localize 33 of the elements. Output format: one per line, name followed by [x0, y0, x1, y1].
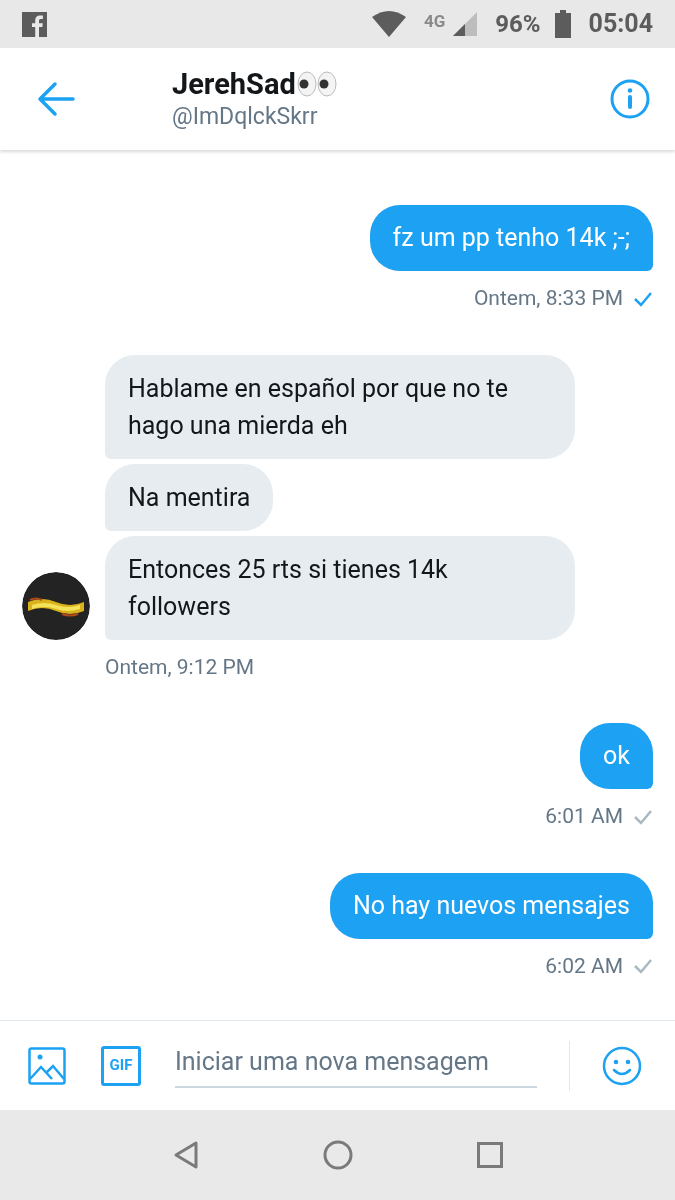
network-type: 4G: [423, 10, 446, 33]
contact-handle: @ImDqlckSkrr: [172, 102, 319, 132]
emoji-button[interactable]: [602, 1045, 642, 1086]
info-button[interactable]: [609, 78, 651, 120]
image-button[interactable]: [28, 1046, 66, 1085]
sent-message: No hay nuevos mensajes: [329, 872, 653, 939]
back-button[interactable]: [36, 79, 76, 119]
facebook-icon: [22, 11, 47, 37]
message-time: 6:02 AM: [545, 952, 623, 980]
sent-message: ok: [580, 723, 653, 789]
battery-icon: [554, 10, 571, 38]
message-field[interactable]: Iniciar uma nova mensagem: [175, 1042, 537, 1089]
nav-home-icon[interactable]: [322, 1140, 353, 1170]
back-arrow-icon: [37, 81, 75, 117]
wifi-icon: [371, 11, 406, 37]
message-time: Ontem, 8:33 PM: [473, 285, 623, 312]
eyes-icon: [296, 71, 337, 97]
message-time: 6:01 AM: [545, 803, 623, 830]
nav-recents-icon[interactable]: [476, 1142, 503, 1168]
nav-back-icon[interactable]: [172, 1140, 199, 1170]
smiley-icon: [602, 1045, 642, 1086]
message-time: Ontem, 9:12 PM: [105, 653, 255, 681]
clock: 05:04: [588, 8, 653, 41]
contact-name: JerehSad: [172, 66, 296, 102]
signal-icon: [453, 12, 478, 36]
battery-percent: 96%: [495, 9, 541, 40]
sent-message: fz um pp tenho 14k ;-;: [369, 205, 653, 271]
received-message: Entonces 25 rts si tienes 14k followers: [105, 535, 575, 640]
gif-button[interactable]: GIF: [101, 1045, 141, 1086]
received-message: Na mentira: [105, 463, 274, 531]
received-message: Hablame en español por que no te hago una mierda eh: [105, 354, 575, 459]
image-icon: [28, 1046, 66, 1085]
info-icon: [610, 79, 650, 119]
